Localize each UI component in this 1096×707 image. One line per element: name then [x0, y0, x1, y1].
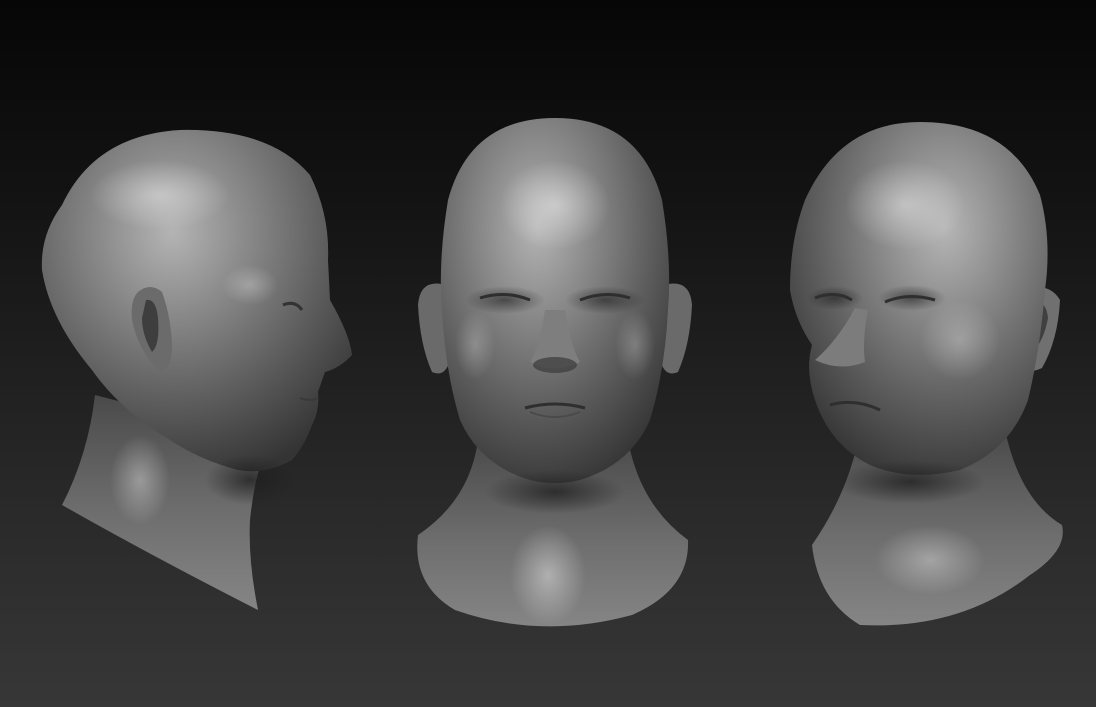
sculpt-viewport: [0, 0, 1096, 707]
head-front-view: [417, 118, 692, 627]
head-three-quarter-view: [790, 122, 1063, 626]
head-renders: [41, 118, 1063, 627]
head-profile-view: [41, 129, 352, 610]
